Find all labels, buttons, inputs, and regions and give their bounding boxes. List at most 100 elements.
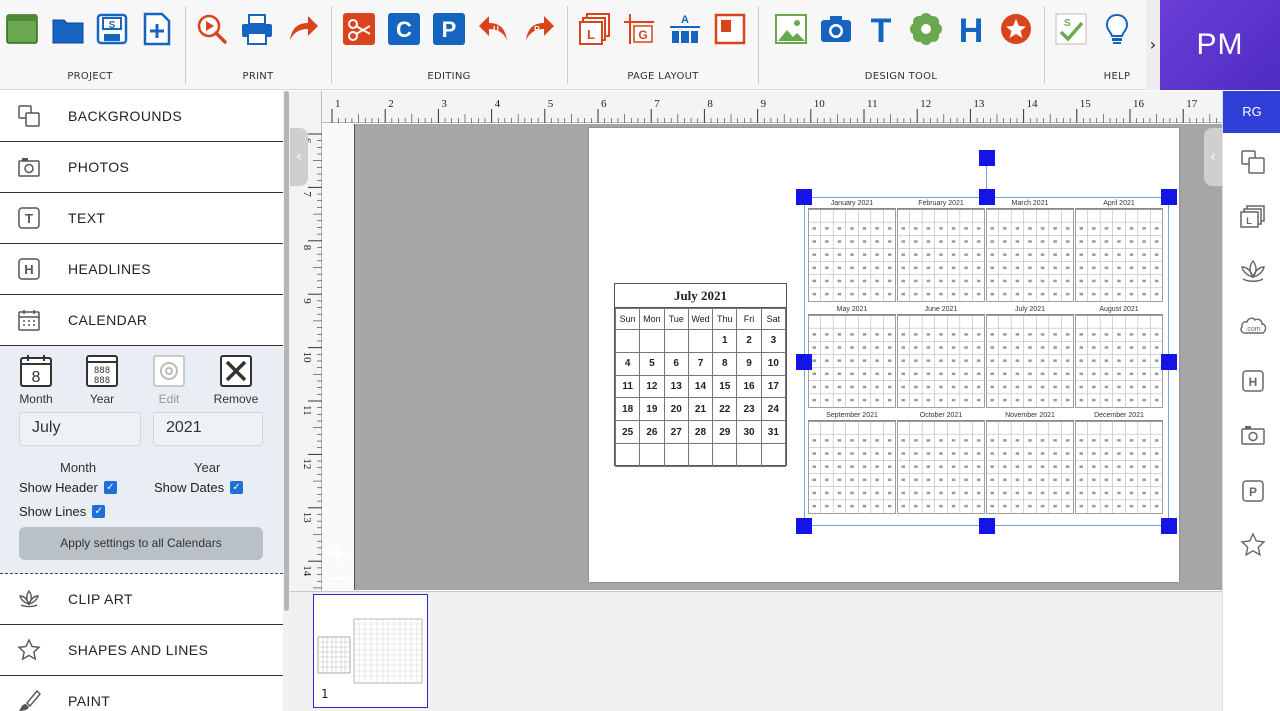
layouts-icon[interactable]: L xyxy=(1239,203,1267,231)
new-project-icon[interactable] xyxy=(5,12,39,46)
resize-handle-right[interactable] xyxy=(1161,354,1177,370)
year-calendar-month: January 2021 xyxy=(808,199,896,303)
apply-settings-button[interactable]: Apply settings to all Calendars xyxy=(19,527,263,560)
toolbar-more-chevron-icon[interactable]: › xyxy=(1146,0,1160,90)
year-calendar-month-title: May 2021 xyxy=(808,305,896,315)
copy-icon[interactable]: C xyxy=(387,12,421,46)
edit-tool-label: Edit xyxy=(158,392,180,406)
show-lines-checkbox-row[interactable]: Show Lines ✓ xyxy=(19,504,106,519)
resize-handle-bottom-right[interactable] xyxy=(1161,518,1177,534)
resize-handle-top-right[interactable] xyxy=(1161,189,1177,205)
week-row: 4 5 6 7 8 9 10 xyxy=(614,351,787,376)
show-header-checkbox-row[interactable]: Show Header ✓ xyxy=(19,480,117,495)
resize-handle-bottom-left[interactable] xyxy=(796,518,812,534)
svg-text:S: S xyxy=(1064,18,1071,29)
month-calendar-button[interactable]: 8 Month xyxy=(6,354,66,406)
rotate-handle[interactable] xyxy=(979,150,995,166)
month-calendar[interactable]: July 2021 Sun Mon Tue Wed Thu Fri Sat 12… xyxy=(614,283,787,467)
group-label-help: HELP xyxy=(1103,71,1131,82)
tips-lightbulb-icon[interactable] xyxy=(1100,12,1134,46)
add-page-icon[interactable] xyxy=(140,12,174,46)
svg-text:.com: .com xyxy=(1245,326,1260,333)
ruler-number: 13 xyxy=(973,98,985,110)
sidebar-item-photos[interactable]: PHOTOS xyxy=(0,142,283,193)
ruler-number: 12 xyxy=(920,98,931,110)
show-lines-checkbox[interactable]: ✓ xyxy=(92,505,106,518)
show-header-checkbox[interactable]: ✓ xyxy=(103,481,117,494)
p-icon[interactable]: P xyxy=(1239,477,1267,505)
show-dates-checkbox-row[interactable]: Show Dates ✓ xyxy=(154,480,244,495)
left-panel-scrollbar[interactable] xyxy=(283,91,290,711)
scrollbar-thumb[interactable] xyxy=(284,91,289,611)
zoom-out-button[interactable]: − xyxy=(327,566,347,590)
spellcheck-icon[interactable]: S xyxy=(1054,12,1088,46)
print-icon[interactable] xyxy=(240,12,274,46)
day-cell: 12 xyxy=(639,374,665,399)
image-icon[interactable] xyxy=(774,12,808,46)
edit-calendar-button[interactable]: Edit xyxy=(139,354,199,406)
ruler-number: 2 xyxy=(388,98,394,110)
guides-icon[interactable]: G xyxy=(622,12,656,46)
star-icon[interactable] xyxy=(1239,531,1267,559)
year-calendar-month: March 2021 xyxy=(986,199,1074,303)
remove-calendar-button[interactable]: Remove xyxy=(206,354,266,406)
ruler-number: 1 xyxy=(335,98,341,110)
clipart-flower-icon[interactable] xyxy=(909,12,943,46)
sidebar-item-paint[interactable]: PAINT xyxy=(0,676,283,711)
camera-icon[interactable] xyxy=(1239,421,1267,449)
open-folder-icon[interactable] xyxy=(51,12,85,46)
preview-icon[interactable] xyxy=(195,12,229,46)
camera-icon[interactable] xyxy=(819,12,853,46)
resize-handle-bottom[interactable] xyxy=(979,518,995,534)
sidebar-item-headlines[interactable]: H HEADLINES xyxy=(0,244,283,295)
day-cell xyxy=(712,442,738,467)
backgrounds-icon xyxy=(18,105,40,127)
resize-handle-left[interactable] xyxy=(796,354,812,370)
align-icon[interactable]: A xyxy=(668,12,702,46)
day-cell xyxy=(687,442,714,467)
sidebar-item-shapes-and-lines[interactable]: SHAPES AND LINES xyxy=(0,625,283,676)
headline-tool-icon[interactable]: H xyxy=(954,12,988,46)
domain-icon[interactable]: .com xyxy=(1239,312,1267,340)
year-select[interactable]: 2021 xyxy=(153,412,263,446)
sidebar-item-backgrounds[interactable]: BACKGROUNDS xyxy=(0,91,283,142)
layouts-icon[interactable]: L xyxy=(578,12,612,46)
resize-handle-top-left[interactable] xyxy=(796,189,812,205)
month-select[interactable]: July xyxy=(19,412,141,446)
sidebar-item-clip-art[interactable]: CLIP ART xyxy=(0,574,283,625)
svg-text:S: S xyxy=(109,20,116,31)
collapse-right-chevron-icon[interactable]: ‹ xyxy=(1204,128,1222,186)
save-icon[interactable]: S xyxy=(95,12,129,46)
paste-icon[interactable]: P xyxy=(432,12,466,46)
resize-handle-top[interactable] xyxy=(979,189,995,205)
lotus-icon[interactable] xyxy=(1239,257,1267,285)
sidebar-item-text[interactable]: T TEXT xyxy=(0,193,283,244)
weekday-cell: Thu xyxy=(712,308,738,330)
ruler-number: 10 xyxy=(301,352,313,364)
camera-icon xyxy=(18,158,40,177)
day-cell: 11 xyxy=(614,374,641,399)
page-thumbnail[interactable]: 1 xyxy=(313,594,428,708)
headline-icon[interactable]: H xyxy=(1239,367,1267,395)
page-icon[interactable] xyxy=(713,12,747,46)
year-calendar[interactable]: January 2021 February 2021 March 2021 April… xyxy=(808,199,1166,521)
zoom-in-button[interactable]: + xyxy=(327,541,347,565)
shapes-star-icon[interactable] xyxy=(999,12,1033,46)
undo-icon[interactable]: U xyxy=(477,12,511,46)
right-sidebar-tab[interactable]: RG xyxy=(1223,91,1280,133)
toolbar: S C P U R L G A T H S PROJECT PRINT EDIT… xyxy=(0,0,1188,90)
ruler-number: 6 xyxy=(601,98,607,110)
year-calendar-button[interactable]: 888 888 Year xyxy=(72,354,132,406)
sidebar-item-label: SHAPES AND LINES xyxy=(68,642,209,658)
collapse-left-chevron-icon[interactable]: ‹ xyxy=(290,128,308,186)
share-icon[interactable] xyxy=(286,12,320,46)
redo-icon[interactable]: R xyxy=(522,12,556,46)
sidebar-item-calendar[interactable]: CALENDAR xyxy=(0,295,283,346)
show-dates-checkbox[interactable]: ✓ xyxy=(230,481,244,494)
day-cell xyxy=(639,442,665,467)
month-select-label: Month xyxy=(60,460,97,475)
backgrounds-icon[interactable] xyxy=(1239,148,1267,176)
show-header-label: Show Header xyxy=(19,480,98,495)
cut-icon[interactable] xyxy=(342,12,376,46)
text-tool-icon[interactable]: T xyxy=(864,12,898,46)
